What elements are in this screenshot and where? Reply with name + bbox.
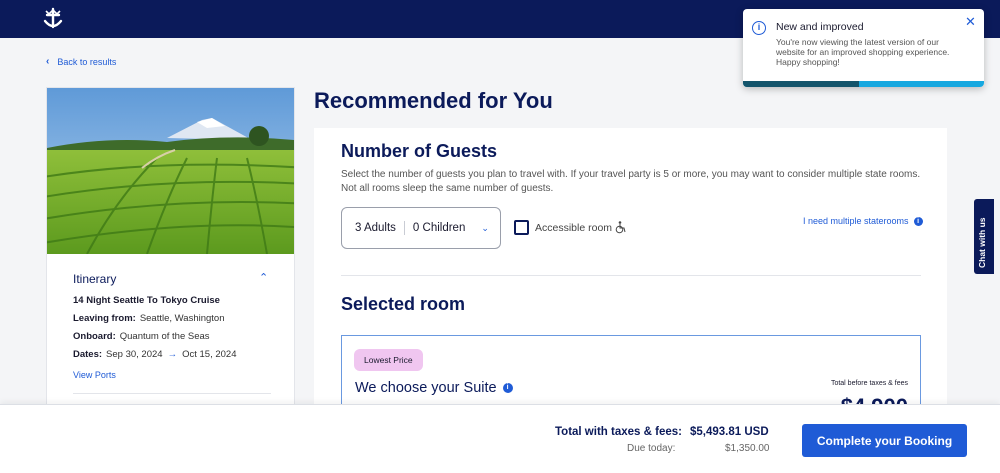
booking-main-card: Number of Guests Select the number of gu…: [314, 128, 947, 418]
onboard-row: Onboard: Quantum of the Seas: [73, 331, 210, 342]
close-icon[interactable]: ✕: [965, 14, 976, 30]
room-title-text: We choose your Suite: [355, 380, 497, 396]
leaving-from-label: Leaving from:: [73, 313, 136, 324]
selected-room-heading: Selected room: [341, 294, 466, 314]
guest-count-dropdown[interactable]: 3 Adults 0 Children ⌄: [341, 207, 501, 249]
back-link-label: Back to results: [57, 56, 117, 67]
toast-progress-fill: [743, 81, 859, 87]
cruise-title: 14 Night Seattle To Tokyo Cruise: [73, 295, 220, 306]
divider: [73, 393, 271, 394]
leaving-from-value: Seattle, Washington: [139, 313, 225, 324]
notification-toast: i New and improved ✕ You're now viewing …: [743, 9, 984, 87]
complete-booking-button[interactable]: Complete your Booking: [802, 424, 967, 457]
booking-summary-bar: Total with taxes & fees: $5,493.81 USD D…: [0, 404, 1000, 473]
itinerary-heading: Itinerary: [73, 272, 117, 286]
page-title: Recommended for You: [314, 88, 553, 113]
total-with-taxes-value: $5,493.81 USD: [690, 426, 769, 438]
room-title: We choose your Suite i: [355, 380, 513, 396]
guests-description: Select the number of guests you plan to …: [341, 169, 921, 194]
children-count: 0 Children: [412, 222, 466, 234]
chat-with-us-tab[interactable]: Chat with us: [974, 199, 994, 274]
guests-heading: Number of Guests: [341, 141, 498, 161]
date-start: Sep 30, 2024: [106, 349, 163, 360]
leaving-from-row: Leaving from: Seattle, Washington: [73, 313, 224, 324]
total-before-taxes-label: Total before taxes & fees: [830, 380, 908, 387]
dates-row: Dates: Sep 30, 2024 → Oct 15, 2024: [73, 349, 236, 360]
info-icon: i: [913, 216, 923, 226]
toast-progress-bar: [743, 81, 984, 87]
divider: [403, 221, 405, 235]
toast-body: You're now viewing the latest version of…: [776, 37, 950, 67]
toast-title: New and improved: [776, 21, 864, 33]
onboard-value: Quantum of the Seas: [119, 331, 210, 342]
cruise-destination-photo: [47, 88, 294, 254]
view-ports-link[interactable]: View Ports: [73, 370, 116, 380]
section-divider: [341, 275, 921, 276]
multiple-staterooms-link[interactable]: I need multiple staterooms i: [803, 216, 923, 226]
due-today-value: $1,350.00: [725, 443, 770, 454]
chevron-up-icon[interactable]: ⌃: [259, 271, 268, 284]
arrow-right-icon: →: [167, 349, 178, 360]
wheelchair-icon: [615, 221, 626, 234]
dates-label: Dates:: [73, 349, 103, 360]
onboard-label: Onboard:: [73, 331, 116, 342]
accessible-room-checkbox[interactable]: [514, 220, 529, 235]
info-icon[interactable]: i: [502, 383, 513, 393]
date-end: Oct 15, 2024: [182, 349, 237, 360]
chevron-down-icon: ⌄: [481, 222, 489, 233]
total-with-taxes-label: Total with taxes & fees:: [555, 426, 682, 438]
accessible-room-text: Accessible room: [535, 221, 613, 234]
multiple-staterooms-label: I need multiple staterooms: [803, 216, 909, 226]
chevron-left-icon: ‹: [46, 56, 50, 67]
back-to-results-link[interactable]: ‹ Back to results: [46, 56, 116, 67]
anchor-crown-logo-icon[interactable]: [40, 7, 66, 31]
due-today-label: Due today:: [627, 443, 676, 454]
itinerary-card: Itinerary ⌃ 14 Night Seattle To Tokyo Cr…: [46, 87, 295, 407]
info-icon: i: [752, 21, 766, 35]
accessible-room-label[interactable]: Accessible room: [535, 221, 627, 234]
lowest-price-badge: Lowest Price: [354, 349, 423, 371]
chat-label: Chat with us: [977, 217, 987, 268]
adults-count: 3 Adults: [355, 222, 396, 234]
